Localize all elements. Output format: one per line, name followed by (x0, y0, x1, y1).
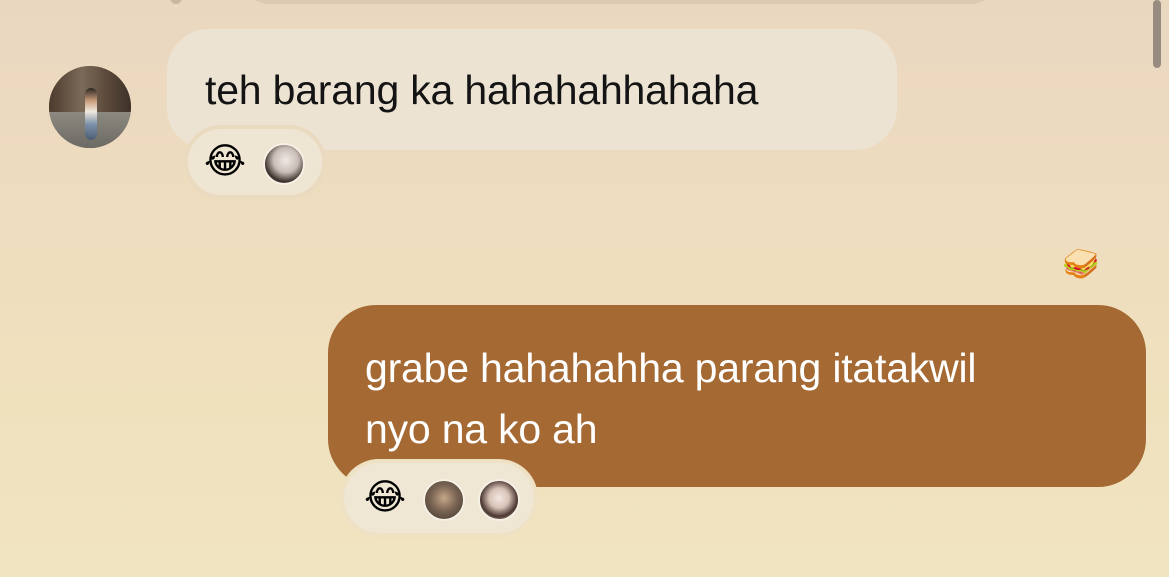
incoming-message-text: teh barang ka hahahahhahaha (205, 67, 759, 113)
outgoing-message-line-1: grabe hahahahha parang itatakwil (365, 345, 977, 391)
reactor-avatar (423, 479, 465, 521)
sandwich-icon: 🥪 (1062, 247, 1100, 282)
reactor-avatar (478, 479, 520, 521)
outgoing-message-reactions[interactable]: 😂 (340, 459, 538, 537)
previous-reaction-edge (170, 0, 182, 4)
laughing-emoji-icon: 😂 (204, 141, 247, 182)
incoming-message-reactions[interactable]: 😂 (184, 125, 326, 199)
outgoing-message-line-2: nyo na ko ah (365, 406, 598, 452)
reactor-avatar (263, 143, 305, 185)
sender-avatar[interactable] (49, 66, 131, 148)
previous-message-bubble-edge (240, 0, 1000, 4)
laughing-emoji-icon: 😂 (364, 477, 407, 518)
scrollbar[interactable] (1153, 0, 1161, 68)
